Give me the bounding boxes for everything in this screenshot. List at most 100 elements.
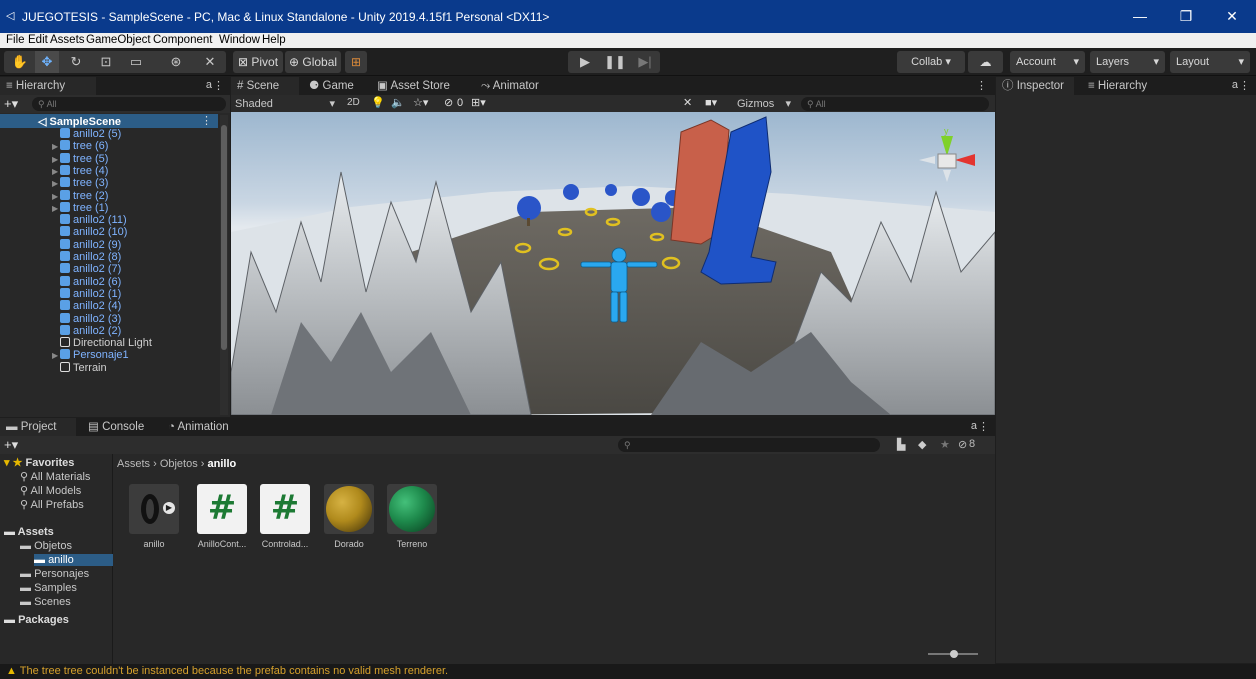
folder-tree-item[interactable]: ▬ anillo	[34, 554, 113, 566]
custom-tool-icon[interactable]: ✕	[198, 51, 222, 73]
filter-type-icon[interactable]: ▙	[897, 438, 905, 451]
rect-tool-icon[interactable]: ▭	[124, 51, 148, 73]
folder-tree-item[interactable]: ▬ Objetos	[20, 540, 72, 552]
favorite-item[interactable]: ⚲ All Models	[20, 484, 112, 497]
hierarchy-item[interactable]: ▶ tree (3)	[52, 177, 108, 189]
tab-animator[interactable]: ⤳ Animator	[475, 77, 545, 95]
kebab-menu-icon[interactable]: ⋮	[978, 420, 989, 433]
kebab-menu-icon[interactable]: ⋮	[1239, 79, 1250, 92]
add-icon[interactable]: +▾	[4, 96, 18, 112]
scene-viewport[interactable]: y	[231, 112, 995, 415]
account-dropdown[interactable]: Account ▾	[1010, 51, 1085, 73]
hierarchy-item[interactable]: anillo2 (10)	[52, 226, 127, 238]
hierarchy-item[interactable]: ▶ tree (6)	[52, 140, 108, 152]
menu-window[interactable]: Window	[219, 33, 260, 47]
maximize-button[interactable]: ❐	[1164, 4, 1208, 28]
effects-icon[interactable]: ☆▾	[413, 96, 428, 109]
audio-icon[interactable]: 🔈	[391, 96, 405, 109]
tab-hierarchy[interactable]: ≡ Hierarchy	[0, 77, 96, 95]
rotate-tool-icon[interactable]: ↻	[64, 51, 88, 73]
expand-arrow-icon[interactable]: ▶	[52, 166, 60, 178]
hierarchy-item[interactable]: anillo2 (3)	[52, 312, 121, 325]
lock-icon[interactable]: a	[1232, 79, 1238, 91]
gizmos-dropdown[interactable]: Gizmos ▾	[737, 96, 793, 112]
layout-dropdown[interactable]: Layout ▾	[1170, 51, 1250, 73]
hierarchy-item[interactable]: anillo2 (4)	[52, 300, 121, 312]
hierarchy-item[interactable]: Directional Light	[52, 337, 152, 349]
hierarchy-item[interactable]: Terrain	[52, 361, 107, 374]
tab-animation[interactable]: ◔ Animation	[162, 418, 235, 436]
menu-edit[interactable]: Edit	[28, 33, 48, 47]
menu-component[interactable]: Component	[153, 33, 212, 47]
minimize-button[interactable]: —	[1118, 4, 1162, 28]
hierarchy-item[interactable]: anillo2 (9)	[52, 238, 121, 251]
asset-terreno-material[interactable]	[387, 484, 437, 534]
breadcrumb-anillo[interactable]: anillo	[208, 458, 237, 470]
scene-search-input[interactable]: ⚲ All	[801, 97, 989, 111]
favorite-item[interactable]: ⚲ All Prefabs	[20, 498, 112, 511]
step-button[interactable]: ▶|	[630, 51, 660, 73]
layers-dropdown[interactable]: Layers ▾	[1090, 51, 1165, 73]
global-toggle[interactable]: ⊕ Global	[285, 51, 341, 73]
folder-tree-item[interactable]: ▬ Personajes	[20, 568, 89, 580]
play-button[interactable]: ▶	[570, 51, 600, 73]
camera-icon[interactable]: ■▾	[705, 96, 717, 109]
asset-anillocont-script[interactable]: #	[197, 484, 247, 534]
hidden-packages-icon[interactable]: ⊘	[958, 438, 967, 451]
hierarchy-item[interactable]: anillo2 (5)	[52, 128, 121, 140]
hierarchy-item[interactable]: ▶ tree (5)	[52, 152, 108, 166]
hierarchy-item[interactable]: ▶ tree (1)	[52, 201, 108, 215]
menu-help[interactable]: Help	[262, 33, 286, 47]
pause-button[interactable]: ❚❚	[600, 51, 630, 73]
close-button[interactable]: ✕	[1210, 4, 1254, 28]
kebab-menu-icon[interactable]: ⋮	[213, 79, 224, 92]
favorite-item[interactable]: ⚲ All Materials	[20, 470, 112, 483]
asset-anillo-model[interactable]: ▶	[129, 484, 179, 534]
filter-label-icon[interactable]: ◆	[918, 438, 926, 451]
menu-file[interactable]: File	[6, 33, 25, 47]
folder-tree-item[interactable]: ▬ Assets	[4, 526, 54, 538]
hierarchy-item[interactable]: ▶ tree (2)	[52, 189, 108, 203]
hierarchy-item[interactable]: anillo2 (7)	[52, 263, 121, 275]
cloud-button[interactable]: ☁	[968, 51, 1003, 73]
tab-inspector[interactable]: ⓘ Inspector	[996, 77, 1074, 95]
hierarchy-item[interactable]: anillo2 (1)	[52, 287, 121, 300]
hidden-objects-icon[interactable]: ⊘	[444, 96, 453, 109]
add-icon[interactable]: +▾	[4, 437, 18, 453]
expand-arrow-icon[interactable]: ▶	[52, 178, 60, 190]
kebab-menu-icon[interactable]: ⋮	[976, 79, 987, 92]
expand-arrow-icon[interactable]: ▶	[52, 350, 60, 362]
tab-hierarchy-2[interactable]: ≡ Hierarchy	[1082, 77, 1153, 95]
zoom-slider[interactable]	[928, 650, 978, 658]
star-icon[interactable]: ★	[940, 438, 950, 451]
project-search-input[interactable]: ⚲	[618, 438, 880, 452]
status-bar[interactable]: ▲ The tree tree couldn't be instanced be…	[0, 664, 1256, 679]
move-tool-icon[interactable]: ✥	[35, 51, 59, 73]
hierarchy-item[interactable]: ▶ Personaje1	[52, 349, 129, 361]
mode-2d-button[interactable]: 2D	[347, 97, 360, 108]
pivot-toggle[interactable]: ⊠ Pivot	[233, 51, 283, 73]
hierarchy-scrollbar[interactable]	[220, 115, 228, 415]
hierarchy-item[interactable]: anillo2 (8)	[52, 251, 121, 263]
menu-assets[interactable]: Assets	[50, 33, 85, 47]
tab-project[interactable]: ▬ Project	[0, 418, 76, 436]
shading-dropdown[interactable]: Shaded ▾	[233, 96, 341, 112]
asset-controlad-script[interactable]: #	[260, 484, 310, 534]
favorites-header[interactable]: ▾ ★ Favorites	[4, 456, 74, 469]
expand-arrow-icon[interactable]: ▶	[163, 502, 175, 514]
tab-asset-store[interactable]: ▣ Asset Store	[371, 77, 456, 95]
breadcrumb-assets[interactable]: Assets	[117, 458, 150, 470]
hand-tool-icon[interactable]: ✋	[8, 51, 32, 73]
folder-tree-item[interactable]: ▬ Samples	[20, 582, 77, 594]
tab-game[interactable]: ⚈ Game	[303, 77, 360, 95]
expand-arrow-icon[interactable]: ▶	[52, 154, 60, 166]
expand-arrow-icon[interactable]: ▶	[52, 191, 60, 203]
lock-icon[interactable]: a	[971, 420, 977, 432]
scrollbar-thumb[interactable]	[221, 125, 227, 350]
snap-grid-button[interactable]: ⊞	[345, 51, 367, 73]
scene-menu-icon[interactable]: ⋮	[201, 114, 212, 127]
tab-console[interactable]: ▤ Console	[82, 418, 150, 436]
lock-icon[interactable]: a	[206, 79, 212, 91]
hierarchy-item[interactable]: anillo2 (2)	[52, 324, 121, 337]
expand-arrow-icon[interactable]: ▶	[52, 203, 60, 215]
